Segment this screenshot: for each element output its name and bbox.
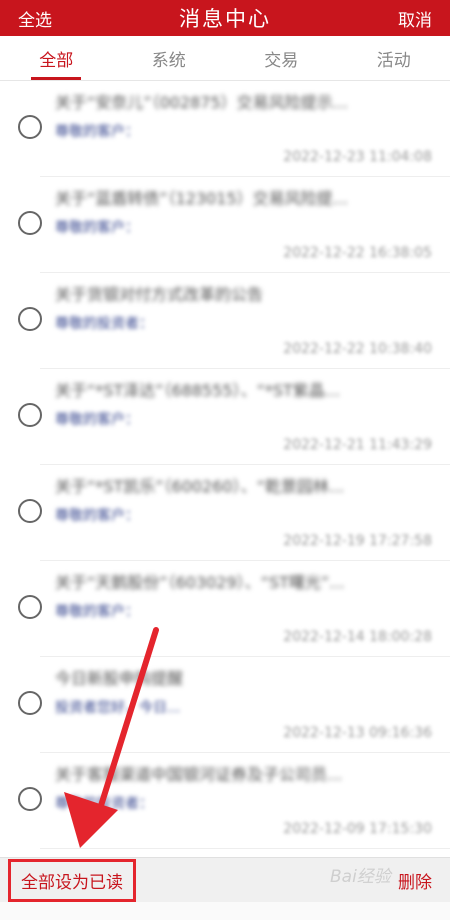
message-date: 2022-12-19 17:27:58 (283, 533, 432, 549)
divider (40, 848, 450, 849)
message-date: 2022-12-21 11:43:29 (283, 437, 432, 453)
watermark: Bai经验 (330, 867, 391, 887)
message-date: 2022-12-22 10:38:40 (283, 341, 432, 357)
select-radio[interactable] (18, 307, 42, 331)
message-title: 关于客服渠道中国银河证券及子公司员... (55, 765, 343, 784)
select-radio[interactable] (18, 595, 42, 619)
message-title: 今日新股申购提醒 (55, 669, 184, 688)
message-subtitle: 尊敬的客户： (55, 124, 139, 140)
message-subtitle: 尊敬的客户： (55, 604, 139, 620)
message-title: 关于“*ST泽达”（688555）、“*ST紫晶... (55, 381, 341, 400)
message-date: 2022-12-23 11:04:08 (283, 149, 432, 165)
tab-trade[interactable]: 交易 (225, 36, 338, 80)
message-subtitle: 尊敬的客户： (55, 508, 139, 524)
message-title: 关于“*ST凯乐”（600260）、“乾景园林... (55, 477, 345, 496)
cancel-button[interactable]: 取消 (380, 6, 450, 31)
message-item[interactable]: 今日新股申购提醒 投资者您好，今日... 2022-12-13 09:16:36 (0, 657, 450, 753)
tab-all[interactable]: 全部 (0, 36, 113, 80)
message-title: 关于货银对付方式改革的公告 (55, 285, 264, 304)
top-bar: 全选 消息中心 取消 (0, 0, 450, 36)
message-item[interactable]: 关于货银对付方式改革的公告 尊敬的投资者： 2022-12-22 10:38:4… (0, 273, 450, 369)
message-item[interactable]: 关于“*ST凯乐”（600260）、“乾景园林... 尊敬的客户： 2022-1… (0, 465, 450, 561)
message-item[interactable]: 关于“蓝盾转债”（123015）交易风险提... 尊敬的客户： 2022-12-… (0, 177, 450, 273)
message-item[interactable]: 关于“安奈儿”（002875）交易风险提示... 尊敬的客户： 2022-12-… (0, 81, 450, 177)
select-radio[interactable] (18, 403, 42, 427)
tab-activity[interactable]: 活动 (338, 36, 450, 80)
mark-all-read-button[interactable]: 全部设为已读 (8, 859, 136, 902)
message-subtitle: 尊敬的投资者： (55, 796, 153, 812)
select-radio[interactable] (18, 211, 42, 235)
message-date: 2022-12-13 09:16:36 (283, 725, 432, 741)
message-title: 关于“蓝盾转债”（123015）交易风险提... (55, 189, 348, 208)
message-date: 2022-12-14 18:00:28 (283, 629, 432, 645)
message-subtitle: 尊敬的投资者： (55, 316, 153, 332)
message-title: 关于“天鹅股份”（603029）、“ST曙光”... (55, 573, 345, 592)
message-date: 2022-12-22 16:38:05 (283, 245, 432, 261)
select-radio[interactable] (18, 115, 42, 139)
tab-bar: 全部 系统 交易 活动 (0, 36, 450, 81)
bottom-strip (0, 902, 450, 920)
delete-button[interactable]: 删除 (398, 868, 432, 893)
message-item[interactable]: 关于“*ST泽达”（688555）、“*ST紫晶... 尊敬的客户： 2022-… (0, 369, 450, 465)
select-radio[interactable] (18, 691, 42, 715)
message-date: 2022-12-09 17:15:30 (283, 821, 432, 837)
select-radio[interactable] (18, 787, 42, 811)
message-subtitle: 尊敬的客户： (55, 220, 139, 236)
message-subtitle: 尊敬的客户： (55, 412, 139, 428)
select-radio[interactable] (18, 499, 42, 523)
message-title: 关于“安奈儿”（002875）交易风险提示... (55, 93, 348, 112)
select-all-button[interactable]: 全选 (0, 6, 70, 31)
message-list[interactable]: 关于“安奈儿”（002875）交易风险提示... 尊敬的客户： 2022-12-… (0, 81, 450, 857)
message-item[interactable]: 关于客服渠道中国银河证券及子公司员... 尊敬的投资者： 2022-12-09 … (0, 753, 450, 849)
message-item[interactable]: 关于“天鹅股份”（603029）、“ST曙光”... 尊敬的客户： 2022-1… (0, 561, 450, 657)
message-subtitle: 投资者您好，今日... (55, 700, 181, 716)
tab-system[interactable]: 系统 (113, 36, 226, 80)
